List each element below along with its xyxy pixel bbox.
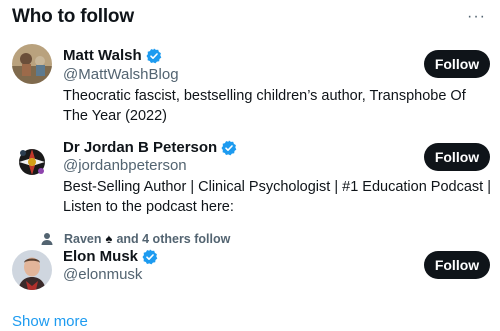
follow-button[interactable]: Follow — [424, 50, 490, 78]
user-name[interactable]: Elon Musk — [63, 248, 138, 266]
follow-button[interactable]: Follow — [424, 143, 490, 171]
show-more-link[interactable]: Show more — [12, 313, 88, 331]
social-context-suffix: and 4 others follow — [116, 231, 231, 246]
who-to-follow-panel: Who to follow ··· Matt Walsh @MattWalshB… — [0, 0, 500, 331]
spade-icon: ♠ — [105, 231, 113, 246]
user-card[interactable]: Matt Walsh @MattWalshBlog Theocratic fas… — [0, 44, 500, 130]
user-handle[interactable]: @elonmusk — [63, 266, 142, 284]
follow-button[interactable]: Follow — [424, 251, 490, 279]
panel-header: Who to follow ··· — [12, 4, 488, 30]
user-bio: Best-Selling Author | Clinical Psycholog… — [63, 179, 491, 215]
user-handle[interactable]: @MattWalshBlog — [63, 66, 179, 84]
user-card[interactable]: Elon Musk @elonmusk Follow — [0, 248, 500, 292]
social-context-name: Raven — [64, 231, 102, 246]
user-name-row: Matt Walsh — [63, 47, 162, 65]
avatar[interactable] — [12, 250, 52, 290]
user-bio: Theocratic fascist, bestselling children… — [63, 88, 466, 124]
verified-badge-icon — [142, 249, 158, 265]
user-handle[interactable]: @jordanbpeterson — [63, 157, 187, 175]
avatar[interactable] — [12, 44, 52, 84]
user-name[interactable]: Dr Jordan B Peterson — [63, 139, 217, 157]
avatar[interactable] — [12, 142, 52, 182]
verified-badge-icon — [221, 140, 237, 156]
user-card[interactable]: Dr Jordan B Peterson @jordanbpeterson Be… — [0, 139, 500, 220]
user-name-row: Elon Musk — [63, 248, 158, 266]
social-context: Raven ♠ and 4 others follow — [40, 231, 230, 246]
verified-badge-icon — [146, 48, 161, 64]
user-name[interactable]: Matt Walsh — [63, 47, 142, 65]
user-name-row: Dr Jordan B Peterson — [63, 139, 237, 157]
more-options-icon[interactable]: ··· — [467, 4, 486, 30]
person-icon — [41, 232, 53, 245]
panel-title: Who to follow — [12, 6, 134, 27]
